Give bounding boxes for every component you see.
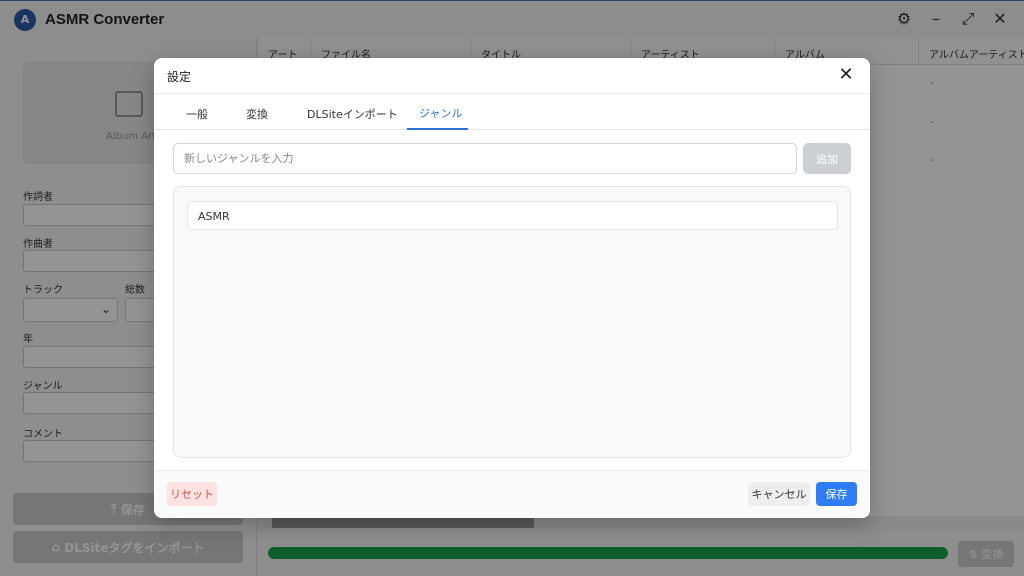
add-genre-button[interactable]: 追加 — [803, 143, 851, 174]
close-icon[interactable]: ✕ — [836, 64, 856, 86]
genre-list: ASMR — [173, 186, 851, 458]
settings-tabs: 一般 変換 DLSiteインポート ジャンル — [154, 94, 870, 130]
active-tab-indicator — [407, 128, 468, 130]
tab-convert[interactable]: 変換 — [246, 106, 268, 122]
new-genre-input[interactable] — [173, 143, 797, 174]
list-item[interactable]: ASMR — [187, 201, 838, 230]
dialog-footer: リセット キャンセル 保存 — [154, 470, 870, 518]
tab-dlsite-import[interactable]: DLSiteインポート — [307, 106, 398, 122]
dialog-title: 設定 — [167, 70, 192, 84]
reset-button[interactable]: リセット — [167, 482, 217, 506]
settings-dialog: 設定 ✕ 一般 変換 DLSiteインポート ジャンル 追加 ASMR リセット… — [154, 58, 870, 518]
tab-general[interactable]: 一般 — [186, 106, 208, 122]
cancel-button[interactable]: キャンセル — [748, 482, 810, 506]
save-button[interactable]: 保存 — [816, 482, 857, 506]
dialog-header: 設定 ✕ — [154, 58, 870, 94]
tab-genre[interactable]: ジャンル — [419, 105, 462, 121]
